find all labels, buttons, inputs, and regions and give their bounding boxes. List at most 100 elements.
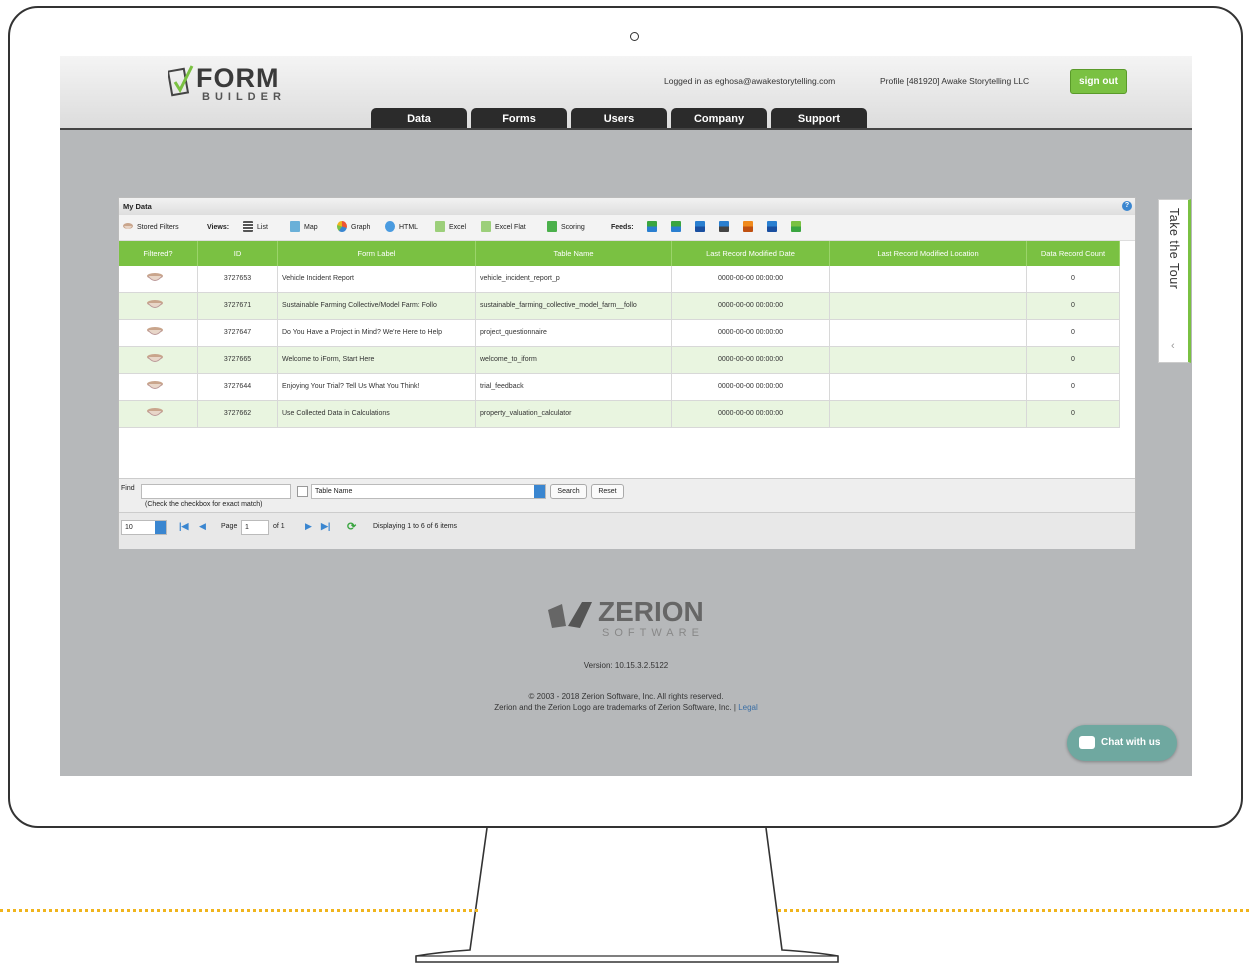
filter-bowl-icon[interactable] — [147, 273, 163, 283]
pager-bar: 10 |◀ ◀ Page 1 of 1 ▶ ▶| ⟳ Displaying 1 … — [119, 512, 1135, 549]
page-size-value: 10 — [125, 524, 133, 531]
kml-feed-icon[interactable] — [695, 221, 705, 232]
tab-company[interactable]: Company — [671, 108, 767, 128]
cell-filtered[interactable] — [119, 320, 198, 346]
col-record-count[interactable]: Data Record Count — [1027, 241, 1120, 266]
table-row[interactable]: 3727662 Use Collected Data in Calculation… — [119, 401, 1120, 428]
logo-builder-text: BUILDER — [202, 91, 286, 103]
filter-bowl-icon[interactable] — [147, 300, 163, 310]
cell-filtered[interactable] — [119, 347, 198, 373]
tab-data[interactable]: Data — [371, 108, 467, 128]
version-text: Version: 10.15.3.2.5122 — [583, 661, 669, 670]
page-number-input[interactable]: 1 — [241, 520, 269, 535]
page-of-text: of 1 — [273, 523, 285, 530]
col-last-modified-location[interactable]: Last Record Modified Location — [830, 241, 1027, 266]
legal-link[interactable]: Legal — [738, 703, 758, 712]
cell-filtered[interactable] — [119, 374, 198, 400]
filter-bowl-icon[interactable] — [147, 354, 163, 364]
view-scoring[interactable]: Scoring — [561, 224, 585, 231]
stored-filters-icon — [123, 223, 133, 229]
tab-support[interactable]: Support — [771, 108, 867, 128]
cell-modified-location — [830, 266, 1027, 292]
refresh-icon[interactable]: ⟳ — [347, 520, 356, 533]
col-last-modified-date[interactable]: Last Record Modified Date — [672, 241, 830, 266]
tab-users[interactable]: Users — [571, 108, 667, 128]
chat-with-us-button[interactable]: Chat with us — [1067, 725, 1177, 761]
cell-filtered[interactable] — [119, 293, 198, 319]
col-filtered[interactable]: Filtered? — [119, 241, 198, 266]
view-excel-flat[interactable]: Excel Flat — [495, 224, 526, 231]
data-toolbar: Stored Filters Views: List Map Graph HTM… — [119, 215, 1135, 241]
col-id[interactable]: ID — [198, 241, 278, 266]
cell-modified-location — [830, 401, 1027, 427]
view-list[interactable]: List — [257, 224, 268, 231]
cell-id: 3727644 — [198, 374, 278, 400]
view-excel[interactable]: Excel — [449, 224, 466, 231]
chevron-down-icon — [534, 485, 545, 498]
form-builder-logo[interactable]: FORM BUILDER — [168, 64, 288, 104]
exact-match-hint: (Check the checkbox for exact match) — [145, 501, 263, 508]
table-row[interactable]: 3727647 Do You Have a Project in Mind? We… — [119, 320, 1120, 347]
col-form-label[interactable]: Form Label — [278, 241, 476, 266]
cell-table-name: vehicle_incident_report_p — [476, 266, 672, 292]
tab-forms[interactable]: Forms — [471, 108, 567, 128]
view-graph[interactable]: Graph — [351, 224, 370, 231]
stored-filters-button[interactable]: Stored Filters — [137, 224, 179, 231]
xlsx-feed-icon[interactable] — [671, 221, 681, 232]
zerion-subtitle: SOFTWARE — [602, 627, 704, 639]
field-select[interactable]: Table Name — [311, 484, 546, 499]
cell-form-label: Enjoying Your Trial? Tell Us What You Th… — [278, 374, 476, 400]
col-table-name[interactable]: Table Name — [476, 241, 672, 266]
pdf-feed-icon[interactable] — [767, 221, 777, 232]
zerion-logo-icon — [548, 602, 592, 628]
cell-record-count: 0 — [1027, 347, 1120, 373]
table-row[interactable]: 3727653 Vehicle Incident Report vehicle_in… — [119, 266, 1120, 293]
filter-bowl-icon[interactable] — [147, 408, 163, 418]
view-html[interactable]: HTML — [399, 224, 418, 231]
xls-feed-icon[interactable] — [647, 221, 657, 232]
cell-modified-date: 0000-00-00 00:00:00 — [672, 320, 830, 346]
cell-record-count: 0 — [1027, 374, 1120, 400]
zerion-logo: ZERION SOFTWARE — [548, 596, 708, 642]
cell-filtered[interactable] — [119, 266, 198, 292]
last-page-icon[interactable]: ▶| — [321, 521, 330, 532]
chat-label: Chat with us — [1101, 737, 1161, 748]
view-map[interactable]: Map — [304, 224, 318, 231]
table-row[interactable]: 3727665 Welcome to iForm, Start Here welco… — [119, 347, 1120, 374]
cell-form-label: Vehicle Incident Report — [278, 266, 476, 292]
cell-table-name: project_questionnaire — [476, 320, 672, 346]
cell-form-label: Use Collected Data in Calculations — [278, 401, 476, 427]
rss-feed-icon[interactable] — [743, 221, 753, 232]
cell-id: 3727662 — [198, 401, 278, 427]
prev-page-icon[interactable]: ◀ — [199, 521, 206, 532]
first-page-icon[interactable]: |◀ — [179, 521, 188, 532]
cell-modified-date: 0000-00-00 00:00:00 — [672, 266, 830, 292]
cell-modified-date: 0000-00-00 00:00:00 — [672, 347, 830, 373]
cell-record-count: 0 — [1027, 320, 1120, 346]
json-feed-icon[interactable] — [719, 221, 729, 232]
find-input[interactable] — [141, 484, 291, 499]
filter-bowl-icon[interactable] — [147, 327, 163, 337]
chevron-left-icon[interactable]: ‹ — [1171, 340, 1175, 352]
decorative-dots-left — [0, 909, 478, 912]
table-row[interactable]: 3727671 Sustainable Farming Collective/Mo… — [119, 293, 1120, 320]
filter-bowl-icon[interactable] — [147, 381, 163, 391]
cell-filtered[interactable] — [119, 401, 198, 427]
exact-match-checkbox[interactable] — [297, 486, 308, 497]
cell-table-name: welcome_to_iform — [476, 347, 672, 373]
decorative-dots-right — [778, 909, 1249, 912]
json2-feed-icon[interactable] — [791, 221, 801, 232]
help-icon[interactable]: ? — [1122, 201, 1132, 211]
profile-link[interactable]: Profile [481920] Awake Storytelling LLC — [880, 76, 1029, 86]
page-size-select[interactable]: 10 — [121, 520, 167, 535]
reset-button[interactable]: Reset — [591, 484, 624, 499]
cell-modified-location — [830, 347, 1027, 373]
views-label: Views: — [207, 224, 230, 231]
table-row[interactable]: 3727644 Enjoying Your Trial? Tell Us What… — [119, 374, 1120, 401]
search-button[interactable]: Search — [550, 484, 587, 499]
next-page-icon[interactable]: ▶ — [305, 521, 312, 532]
trademark-line: Zerion and the Zerion Logo are trademark… — [60, 703, 1192, 712]
take-the-tour-tab[interactable]: Take the Tour ‹ — [1158, 199, 1191, 363]
sign-out-button[interactable]: sign out — [1070, 69, 1127, 94]
cell-modified-date: 0000-00-00 00:00:00 — [672, 293, 830, 319]
